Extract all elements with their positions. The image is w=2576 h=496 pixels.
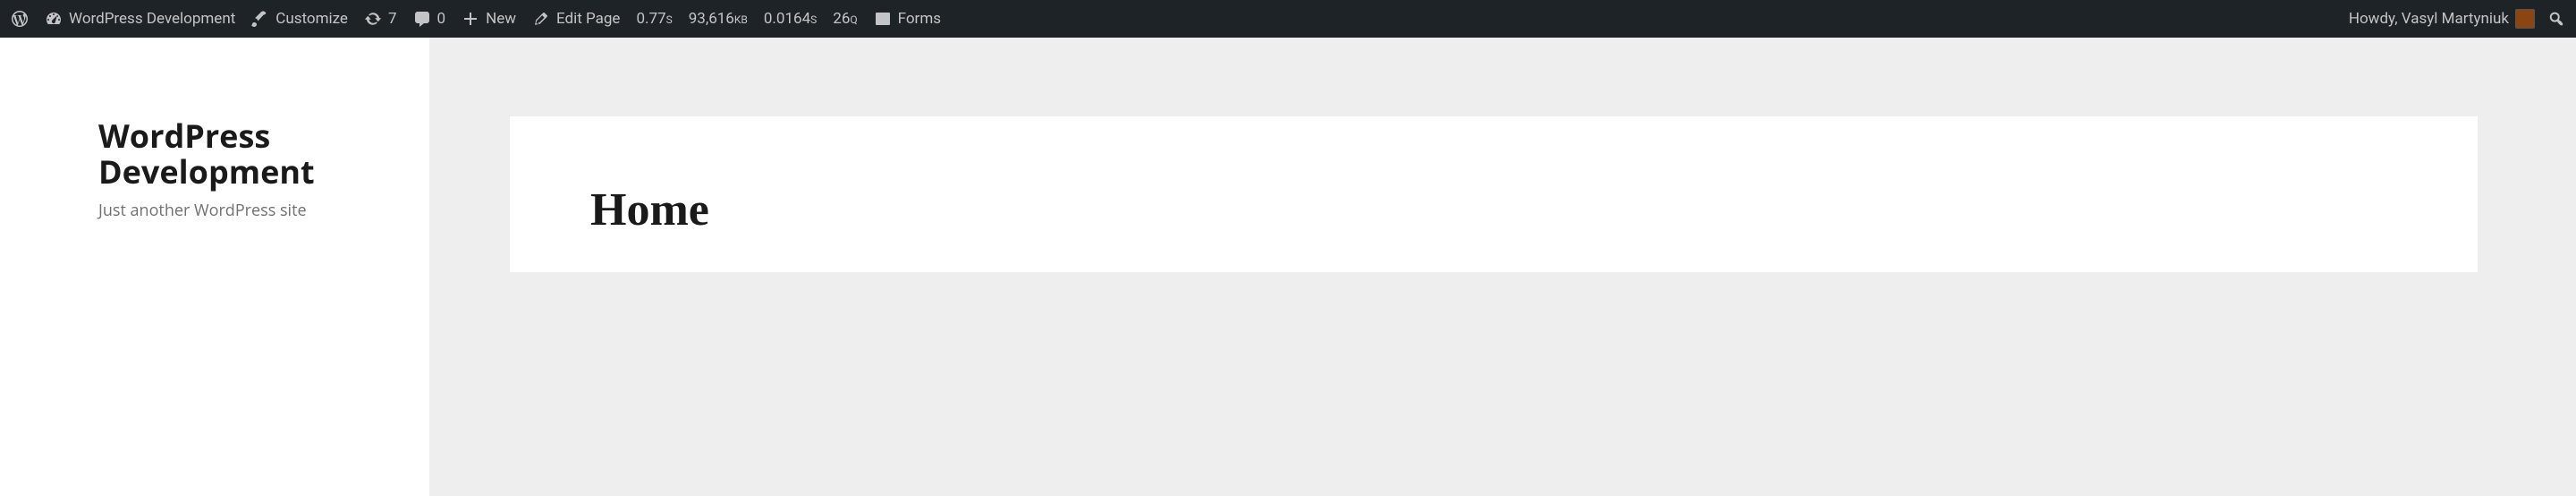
comments-count-label: 0 bbox=[437, 10, 446, 28]
forms-icon bbox=[874, 10, 892, 28]
plus-icon bbox=[462, 10, 479, 28]
update-icon bbox=[364, 10, 382, 28]
stat-time2[interactable]: 0.0164S bbox=[764, 10, 817, 28]
edit-page-menu[interactable]: Edit Page bbox=[532, 10, 620, 28]
dashboard-icon bbox=[45, 10, 63, 28]
forms-label: Forms bbox=[898, 10, 941, 28]
site-name-menu[interactable]: WordPress Development bbox=[45, 10, 235, 28]
stat-memory[interactable]: 93,616KB bbox=[689, 10, 748, 28]
user-menu[interactable]: Howdy, Vasyl Martyniuk bbox=[2349, 9, 2535, 29]
stat-time1[interactable]: 0.77S bbox=[636, 10, 672, 28]
site-sidebar: WordPress Development Just another WordP… bbox=[0, 38, 429, 496]
avatar bbox=[2515, 9, 2535, 29]
updates-count-label: 7 bbox=[388, 10, 397, 28]
pencil-icon bbox=[532, 10, 550, 28]
forms-menu[interactable]: Forms bbox=[874, 10, 941, 28]
comment-icon bbox=[413, 10, 431, 28]
search-button[interactable] bbox=[2547, 10, 2565, 28]
new-label: New bbox=[486, 10, 516, 28]
wordpress-logo-menu[interactable] bbox=[11, 10, 29, 28]
greeting-label: Howdy, Vasyl Martyniuk bbox=[2349, 10, 2509, 28]
stat-queries[interactable]: 26Q bbox=[833, 10, 857, 28]
brush-icon bbox=[251, 10, 269, 28]
search-icon bbox=[2547, 10, 2565, 28]
customize-label: Customize bbox=[275, 10, 348, 28]
stat-time2-value: 0.0164S bbox=[764, 10, 817, 28]
stat-memory-value: 93,616KB bbox=[689, 10, 748, 28]
stat-queries-value: 26Q bbox=[833, 10, 857, 28]
page-title: Home bbox=[590, 184, 2397, 236]
main-content: WordPress Development Just another WordP… bbox=[0, 38, 2576, 496]
wordpress-icon bbox=[11, 10, 29, 28]
customize-menu[interactable]: Customize bbox=[251, 10, 348, 28]
updates-menu[interactable]: 7 bbox=[364, 10, 397, 28]
admin-bar: WordPress Development Customize 7 0 bbox=[0, 0, 2576, 38]
admin-bar-right: Howdy, Vasyl Martyniuk bbox=[2349, 9, 2565, 29]
content-area: Home bbox=[429, 38, 2576, 496]
stat-time1-value: 0.77S bbox=[636, 10, 672, 28]
page-card: Home bbox=[510, 116, 2478, 272]
site-tagline: Just another WordPress site bbox=[98, 200, 376, 221]
edit-page-label: Edit Page bbox=[556, 10, 620, 28]
site-name-label: WordPress Development bbox=[69, 10, 235, 28]
admin-bar-left: WordPress Development Customize 7 0 bbox=[11, 10, 941, 28]
comments-menu[interactable]: 0 bbox=[413, 10, 446, 28]
site-title[interactable]: WordPress Development bbox=[98, 118, 376, 189]
new-menu[interactable]: New bbox=[462, 10, 516, 28]
